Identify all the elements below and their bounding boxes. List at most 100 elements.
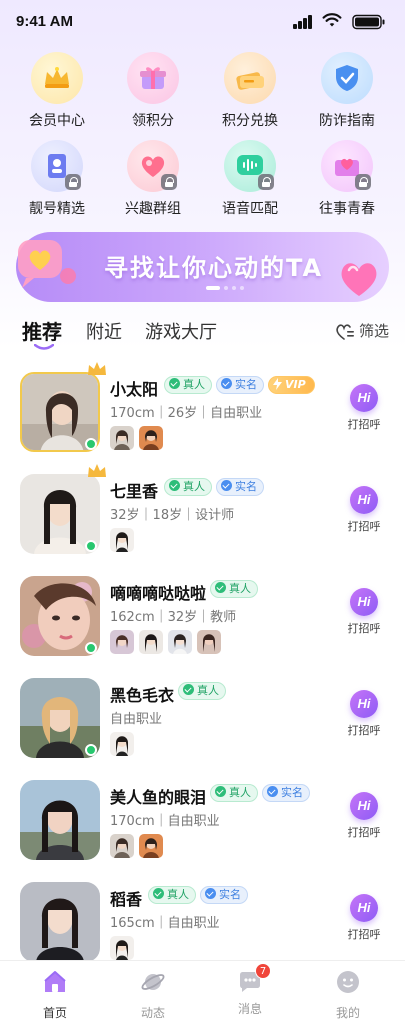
- user-name: 黑色毛衣: [110, 686, 175, 705]
- filter-heart-icon: [336, 323, 354, 340]
- greet-button[interactable]: Hi 打招呼: [342, 588, 386, 638]
- nav-moments[interactable]: 动态: [123, 969, 183, 1020]
- badge-group: 真人: [210, 580, 262, 600]
- avatar[interactable]: [20, 780, 100, 860]
- user-card[interactable]: 黑色毛衣 真人 自由职业 Hi 打招呼: [0, 672, 405, 772]
- greet-label: 打招呼: [347, 520, 381, 533]
- wifi-icon: [322, 13, 342, 27]
- quick-action-label: 兴趣群组: [125, 201, 181, 217]
- photo-thumbnail[interactable]: [139, 426, 163, 450]
- photo-thumbnail[interactable]: [110, 426, 134, 450]
- avatar[interactable]: [20, 882, 100, 962]
- lock-icon: [258, 174, 274, 190]
- real-person-badge: 真人: [148, 886, 196, 904]
- quick-actions-grid: 会员中心 领积分 积分兑换 防诈指南 靓号精选 兴趣群组 语音匹配 往事青春: [0, 52, 405, 220]
- planet-icon: [141, 974, 165, 990]
- photo-strip: [110, 426, 168, 452]
- quick-action-label: 往事青春: [319, 201, 375, 217]
- photo-strip: [110, 528, 139, 554]
- vip-badge: VIP: [268, 376, 315, 394]
- badge-group: 真人 实名: [164, 478, 268, 498]
- user-info: 165cm｜自由职业: [110, 916, 220, 931]
- greet-button[interactable]: Hi 打招呼: [342, 894, 386, 944]
- online-indicator: [85, 744, 97, 756]
- id-card-icon: [31, 140, 83, 192]
- banner-title: 寻找让你心动的TA: [104, 254, 324, 282]
- greet-button[interactable]: Hi 打招呼: [342, 486, 386, 536]
- quick-action-anti-fraud[interactable]: 防诈指南: [299, 52, 395, 130]
- user-name: 稻香: [110, 890, 143, 909]
- quick-action-lucky-number[interactable]: 靓号精选: [9, 140, 105, 218]
- verified-badge: 实名: [216, 376, 264, 394]
- greet-label: 打招呼: [347, 622, 381, 635]
- filter-button[interactable]: 筛选: [335, 320, 389, 341]
- photo-strip: [110, 936, 139, 962]
- user-card[interactable]: 美人鱼的眼泪 真人 实名 170cm｜自由职业 Hi 打招呼: [0, 774, 405, 874]
- nav-messages[interactable]: 7 消息: [220, 963, 280, 1019]
- nav-label: 我的: [335, 1006, 360, 1020]
- photo-thumbnail[interactable]: [110, 528, 134, 552]
- quick-action-label: 会员中心: [29, 113, 85, 129]
- tab-recommend[interactable]: 推荐: [22, 316, 62, 345]
- banner-pagination: [206, 286, 256, 292]
- quick-action-youth-memories[interactable]: 往事青春: [299, 140, 395, 218]
- real-person-badge: 真人: [178, 682, 226, 700]
- quick-action-earn-points[interactable]: 领积分: [105, 52, 201, 130]
- signal-icon: [293, 15, 313, 29]
- greet-button[interactable]: Hi 打招呼: [342, 690, 386, 740]
- user-card[interactable]: 七里香 真人 实名 32岁｜18岁｜设计师 Hi 打招呼: [0, 464, 405, 568]
- quick-action-voice-match[interactable]: 语音匹配: [202, 140, 298, 218]
- photo-thumbnail[interactable]: [110, 732, 134, 756]
- bottom-nav: 首页 动态 7 消息 我的: [0, 960, 405, 1024]
- user-card[interactable]: 嘀嘀嘀哒哒啦 真人 162cm｜32岁｜教师 Hi 打招呼: [0, 570, 405, 670]
- hi-icon: Hi: [350, 792, 378, 820]
- promo-banner[interactable]: 寻找让你心动的TA: [16, 232, 389, 302]
- user-card[interactable]: 小太阳 真人 实名 VIP 170cm｜26岁｜自由职业 Hi 打招呼: [0, 362, 405, 466]
- quick-action-points-exchange[interactable]: 积分兑换: [202, 52, 298, 130]
- badge-group: 真人: [178, 682, 230, 702]
- status-time: 9:41 AM: [16, 13, 73, 30]
- status-bar: 9:41 AM: [0, 0, 405, 44]
- profile-icon: [337, 971, 359, 993]
- tab-active-indicator: [34, 344, 54, 350]
- photo-thumbnail[interactable]: [110, 630, 134, 654]
- user-info: 162cm｜32岁｜教师: [110, 610, 237, 625]
- online-indicator: [85, 540, 97, 552]
- chat-icon: 7: [237, 963, 271, 995]
- filter-label: 筛选: [358, 322, 389, 340]
- quick-action-vip-center[interactable]: 会员中心: [9, 52, 105, 130]
- greet-label: 打招呼: [347, 826, 381, 839]
- feed-tabs: 推荐 附近 游戏大厅 筛选: [0, 316, 405, 352]
- nav-label: 消息: [237, 1002, 262, 1016]
- nav-label: 动态: [140, 1006, 165, 1020]
- quick-action-label: 语音匹配: [222, 201, 278, 217]
- crown-icon: [88, 362, 106, 375]
- badge-group: 真人 实名: [210, 784, 314, 804]
- heart-group-icon: [127, 140, 179, 192]
- unread-badge: 7: [255, 963, 271, 979]
- hi-icon: Hi: [350, 384, 378, 412]
- online-indicator: [85, 438, 97, 450]
- online-indicator: [85, 642, 97, 654]
- tab-game-hall[interactable]: 游戏大厅: [145, 318, 217, 344]
- photo-thumbnail[interactable]: [139, 630, 163, 654]
- shield-icon: [321, 52, 373, 104]
- nav-home[interactable]: 首页: [25, 969, 85, 1020]
- photo-thumbnail[interactable]: [168, 630, 192, 654]
- hi-icon: Hi: [350, 894, 378, 922]
- photo-thumbnail[interactable]: [110, 834, 134, 858]
- quick-action-label: 领积分: [132, 113, 174, 129]
- photo-thumbnail[interactable]: [110, 936, 134, 960]
- nav-profile[interactable]: 我的: [318, 969, 378, 1020]
- greet-button[interactable]: Hi 打招呼: [342, 792, 386, 842]
- tab-nearby[interactable]: 附近: [86, 318, 122, 344]
- quick-action-interest-groups[interactable]: 兴趣群组: [105, 140, 201, 218]
- quick-action-label: 靓号精选: [29, 201, 85, 217]
- photo-strip: [110, 834, 168, 860]
- user-name: 小太阳: [110, 380, 159, 399]
- photo-thumbnail[interactable]: [139, 834, 163, 858]
- photo-thumbnail[interactable]: [197, 630, 221, 654]
- quick-action-label: 积分兑换: [222, 113, 278, 129]
- greet-button[interactable]: Hi 打招呼: [342, 384, 386, 434]
- nav-label: 首页: [42, 1006, 67, 1020]
